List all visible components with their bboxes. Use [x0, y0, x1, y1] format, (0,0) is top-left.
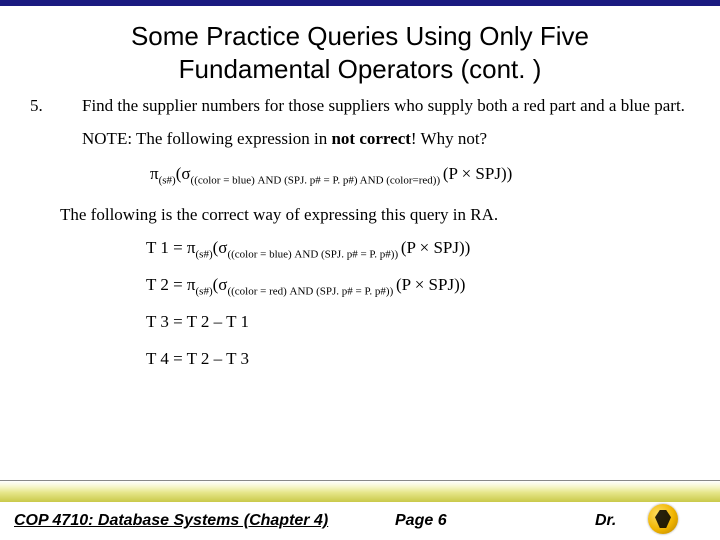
note-suffix: ! Why not? — [411, 129, 487, 148]
sigma-symbol: (σ — [213, 275, 228, 294]
sigma-subscript: ((color = blue) AND (SPJ. p# = P. p#) AN… — [191, 174, 443, 186]
incorrect-expression: π(s#)(σ((color = blue) AND (SPJ. p# = P.… — [150, 163, 690, 186]
sigma-subscript: ((color = blue) AND (SPJ. p# = P. p#)) — [227, 248, 400, 260]
footer-left: COP 4710: Database Systems (Chapter 4) — [14, 512, 328, 530]
footer-bar: COP 4710: Database Systems (Chapter 4) P… — [0, 502, 720, 540]
expr-tail: (P × SPJ)) — [401, 238, 470, 257]
pi-symbol: π — [187, 275, 196, 294]
ucf-logo-icon — [648, 504, 678, 534]
expr-tail: (P × SPJ)) — [443, 164, 512, 183]
item-text: Find the supplier numbers for those supp… — [82, 95, 690, 118]
slide-title: Some Practice Queries Using Only Five Fu… — [0, 6, 720, 95]
pi-subscript: (s#) — [196, 248, 213, 260]
item-number: 5. — [30, 95, 82, 118]
t2-label: T 2 = — [146, 275, 187, 294]
temp-relations: T 1 = π(s#)(σ((color = blue) AND (SPJ. p… — [146, 237, 690, 371]
note-bold: not correct — [331, 129, 410, 148]
correct-intro: The following is the correct way of expr… — [60, 204, 690, 227]
t3-expression: T 3 = T 2 – T 1 — [146, 311, 690, 334]
sigma-subscript: ((color = red) AND (SPJ. p# = P. p#)) — [227, 285, 396, 297]
footer-gradient — [0, 480, 720, 502]
pi-symbol: π — [187, 238, 196, 257]
sigma-symbol: (σ — [213, 238, 228, 257]
sigma-symbol: (σ — [176, 164, 191, 183]
pi-subscript: (s#) — [196, 285, 213, 297]
pi-symbol: π — [150, 164, 159, 183]
expr-tail: (P × SPJ)) — [396, 275, 465, 294]
title-line-2: Fundamental Operators (cont. ) — [179, 54, 542, 84]
footer-right: Dr. — [595, 512, 616, 530]
note-prefix: NOTE: The following expression in — [82, 129, 331, 148]
pi-subscript: (s#) — [159, 174, 176, 186]
title-line-1: Some Practice Queries Using Only Five — [131, 21, 589, 51]
t1-expression: T 1 = π(s#)(σ((color = blue) AND (SPJ. p… — [146, 237, 690, 260]
t4-expression: T 4 = T 2 – T 3 — [146, 348, 690, 371]
t2-expression: T 2 = π(s#)(σ((color = red) AND (SPJ. p#… — [146, 274, 690, 297]
footer-page: Page 6 — [395, 512, 447, 530]
footer: COP 4710: Database Systems (Chapter 4) P… — [0, 480, 720, 540]
slide-body: 5. Find the supplier numbers for those s… — [0, 95, 720, 480]
note-line: NOTE: The following expression in not co… — [82, 128, 690, 151]
list-item: 5. Find the supplier numbers for those s… — [30, 95, 690, 118]
slide: Some Practice Queries Using Only Five Fu… — [0, 0, 720, 540]
t1-label: T 1 = — [146, 238, 187, 257]
